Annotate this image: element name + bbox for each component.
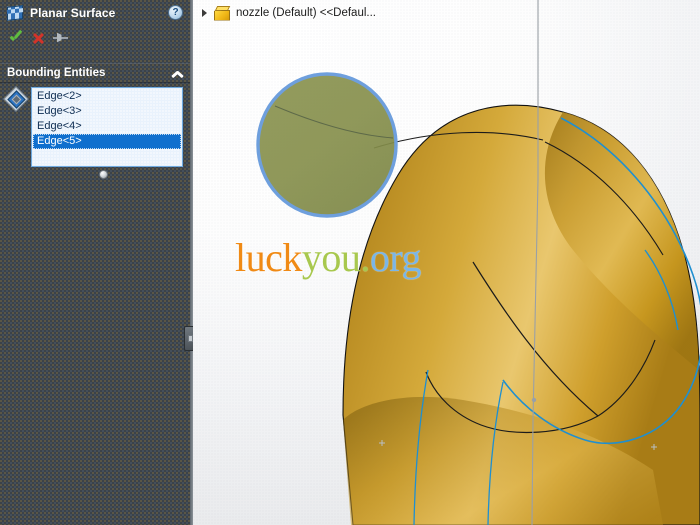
property-manager-action-bar xyxy=(0,27,193,49)
red-x-icon xyxy=(32,32,45,45)
list-item[interactable]: Edge<5> xyxy=(33,134,181,149)
nozzle-surface-model[interactable] xyxy=(193,0,700,525)
cancel-button[interactable] xyxy=(27,28,49,48)
planar-surface-preview-face xyxy=(256,72,398,218)
property-manager-panel: Planar Surface ? Bounding Entities Edge<… xyxy=(0,0,193,525)
pushpin-icon xyxy=(52,32,68,45)
list-item[interactable]: Edge<4> xyxy=(33,119,181,134)
keep-visible-button[interactable] xyxy=(49,28,71,48)
chevron-up-icon[interactable] xyxy=(172,69,184,79)
model-axis-point xyxy=(531,397,537,403)
graphics-viewport[interactable]: nozzle (Default) <<Defaul... luckyou.org xyxy=(193,0,700,525)
edge-selection-icon[interactable] xyxy=(3,86,29,112)
bounding-entities-listbox[interactable]: Edge<2> Edge<3> Edge<4> Edge<5> xyxy=(31,87,183,167)
green-check-icon xyxy=(9,32,23,45)
bounding-entities-header[interactable]: Bounding Entities xyxy=(0,63,193,83)
solidworks-window: Planar Surface ? Bounding Entities Edge<… xyxy=(0,0,700,525)
listbox-resize-grip[interactable] xyxy=(99,170,108,179)
triangle-right-icon[interactable] xyxy=(199,6,211,20)
property-manager-title-bar: Planar Surface xyxy=(0,0,193,26)
ok-button[interactable] xyxy=(5,28,27,48)
bounding-entities-list: Edge<2> Edge<3> Edge<4> Edge<5> xyxy=(33,89,181,165)
page-title: Planar Surface xyxy=(30,6,116,20)
breadcrumb-label: nozzle (Default) <<Defaul... xyxy=(236,7,376,19)
help-icon[interactable]: ? xyxy=(168,5,183,20)
bounding-entities-label: Bounding Entities xyxy=(7,67,106,79)
breadcrumb[interactable]: nozzle (Default) <<Defaul... xyxy=(199,4,376,22)
planar-surface-icon xyxy=(7,5,23,21)
panel-splitter-handle[interactable] xyxy=(184,326,193,351)
part-document-icon xyxy=(214,5,231,21)
list-item[interactable]: Edge<2> xyxy=(33,89,181,104)
list-item[interactable]: Edge<3> xyxy=(33,104,181,119)
